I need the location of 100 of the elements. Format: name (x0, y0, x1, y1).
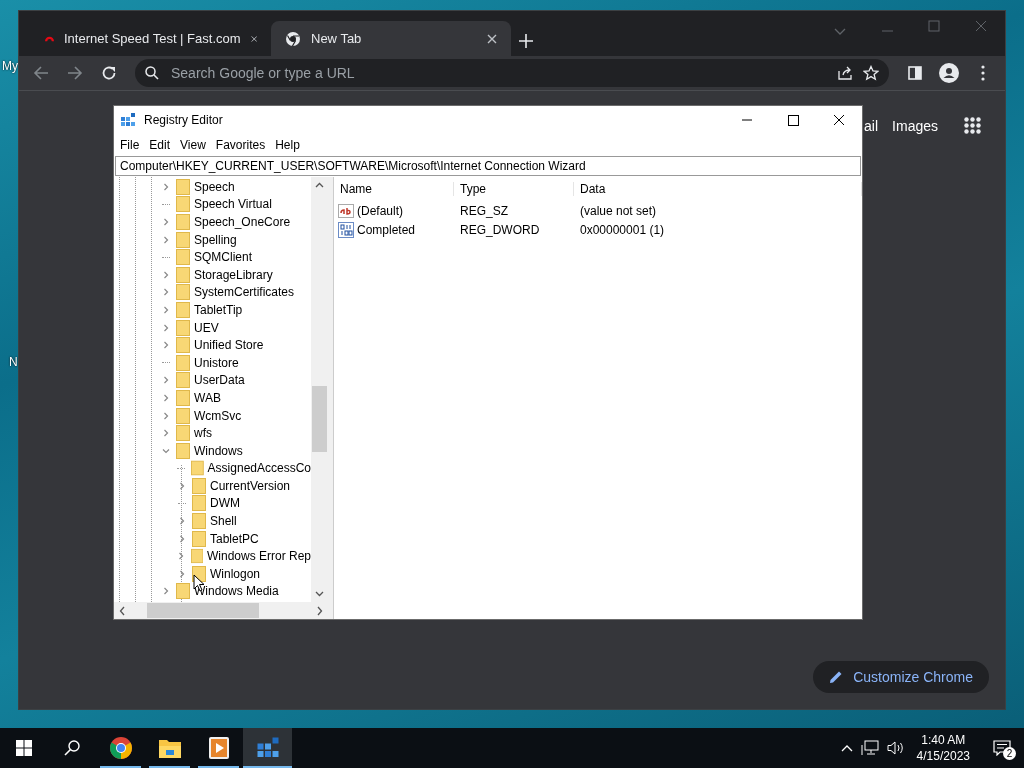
clock-date[interactable]: 4/15/2023 (916, 748, 970, 764)
tree-item[interactable]: Unified Store (194, 338, 264, 353)
address-input[interactable]: Search Google or type a URL (169, 64, 827, 82)
tree-item[interactable]: TabletTip (194, 302, 243, 317)
folder-icon (192, 530, 206, 547)
scrollbar-thumb[interactable] (312, 386, 327, 452)
horizontal-scrollbar[interactable] (114, 602, 328, 619)
tree-item[interactable]: Speech Virtual (194, 197, 272, 212)
menu-item[interactable]: Favorites (211, 138, 272, 152)
folder-icon (190, 548, 203, 565)
address-field[interactable]: Computer\HKEY_CURRENT_USER\SOFTWARE\Microsoft\Internet Connection Wizard (115, 156, 861, 176)
folder-icon (176, 266, 190, 283)
search-icon (145, 66, 159, 80)
expand-chevron-icon[interactable] (162, 182, 170, 191)
menu-icon[interactable] (981, 65, 985, 81)
tree-item[interactable]: Windows Error Rep (206, 549, 311, 564)
bookmark-star-icon[interactable] (863, 65, 879, 81)
scroll-left-icon[interactable] (118, 605, 127, 616)
folder-icon (176, 231, 190, 248)
binary-value-icon (338, 221, 354, 238)
message-icon (993, 740, 1011, 756)
tree-item[interactable]: TabletPC (210, 531, 259, 546)
profile-icon[interactable] (939, 63, 959, 83)
notification-count: 2 (1003, 747, 1016, 760)
tree-item[interactable]: WcmSvc (194, 408, 242, 423)
scroll-right-icon[interactable] (315, 605, 324, 616)
tree-item[interactable]: StorageLibrary (194, 267, 273, 282)
share-icon[interactable] (837, 65, 853, 81)
folder-icon (176, 583, 190, 600)
search-icon[interactable] (64, 740, 80, 756)
customize-chrome-button[interactable]: Customize Chrome (813, 661, 989, 693)
taskbar-app[interactable] (243, 728, 292, 768)
clock-time[interactable]: 1:40 AM (921, 732, 966, 748)
tree-item[interactable]: UserData (194, 373, 245, 388)
new-tab-icon[interactable] (519, 34, 533, 48)
column-header[interactable]: Data (574, 182, 862, 196)
windows-start-icon[interactable] (16, 740, 32, 756)
volume-icon[interactable] (886, 740, 905, 756)
scrollbar-thumb[interactable] (147, 603, 259, 618)
window-title: Registry Editor (144, 113, 223, 127)
menu-item[interactable]: View (176, 138, 212, 152)
column-header[interactable]: Name (334, 182, 454, 196)
folder-icon (176, 407, 190, 424)
back-icon[interactable] (33, 65, 49, 81)
close-icon[interactable] (487, 33, 497, 44)
tree-item[interactable]: CurrentVersion (210, 478, 291, 493)
folder-icon (176, 284, 190, 301)
tree-item[interactable]: Speech (194, 179, 235, 194)
menu-item[interactable]: Help (271, 138, 306, 152)
tree-item[interactable]: SQMClient (194, 250, 252, 265)
expand-chevron-icon[interactable] (178, 481, 186, 490)
apps-grid-icon[interactable] (964, 117, 981, 134)
folder-icon (176, 301, 190, 318)
tree-item[interactable]: Unistore (194, 355, 239, 370)
collapse-chevron-icon[interactable] (162, 446, 170, 455)
reload-icon[interactable] (101, 65, 117, 81)
value-data: 0x00000001 (1) (579, 222, 666, 237)
browser-tab[interactable]: Internet Speed Test | Fast.com (31, 21, 271, 56)
tree-item[interactable]: WAB (194, 390, 221, 405)
folder-icon (176, 178, 190, 195)
folder-icon (176, 389, 190, 406)
value-name[interactable]: Completed (357, 222, 416, 237)
tree-item[interactable]: Speech_OneCore (194, 215, 291, 229)
forward-icon[interactable] (67, 65, 83, 81)
address-bar[interactable]: Search Google or type a URL (135, 59, 889, 87)
tree-item[interactable]: AssignedAccessCo (207, 461, 311, 476)
side-panel-icon[interactable] (908, 66, 922, 80)
tree-item[interactable]: Windows (194, 443, 243, 458)
folder-icon (176, 196, 190, 213)
folder-icon (176, 214, 190, 230)
tree-item[interactable]: SystemCertificates (194, 285, 295, 300)
desktop-icon-label[interactable]: N (9, 355, 18, 369)
menu-item[interactable]: File (116, 138, 146, 152)
tree-item[interactable]: DWM (210, 496, 240, 511)
menu-item[interactable]: Edit (145, 138, 177, 152)
browser-tab[interactable]: New Tab (271, 21, 511, 56)
pencil-icon (829, 670, 844, 684)
network-icon[interactable] (860, 740, 879, 756)
value-name[interactable]: (Default) (357, 203, 403, 218)
notification-button[interactable]: 2 (986, 732, 1018, 764)
expand-chevron-icon[interactable] (162, 218, 170, 226)
tree-item[interactable]: Spelling (194, 232, 237, 247)
close-icon[interactable] (250, 33, 257, 44)
tree-item[interactable]: UEV (194, 320, 219, 335)
folder-icon (190, 460, 204, 477)
header-link[interactable]: ail (864, 117, 879, 134)
tree-item[interactable]: Windows Media (194, 584, 279, 599)
tree-item[interactable]: Winlogon (210, 566, 261, 581)
header-link[interactable]: Images (892, 117, 938, 134)
tree-item[interactable]: wfs (194, 426, 212, 441)
folder-icon (176, 442, 190, 459)
value-data: (value not set) (579, 203, 658, 218)
media-player-icon (207, 736, 230, 760)
desktop-icon-label[interactable]: My (2, 59, 18, 73)
speedometer-icon (45, 34, 54, 43)
folder-icon (176, 319, 190, 336)
folder-icon (176, 425, 190, 442)
chevron-up-icon[interactable] (840, 744, 853, 752)
tree-item[interactable]: Shell (210, 514, 237, 529)
column-header[interactable]: Type (454, 182, 574, 196)
